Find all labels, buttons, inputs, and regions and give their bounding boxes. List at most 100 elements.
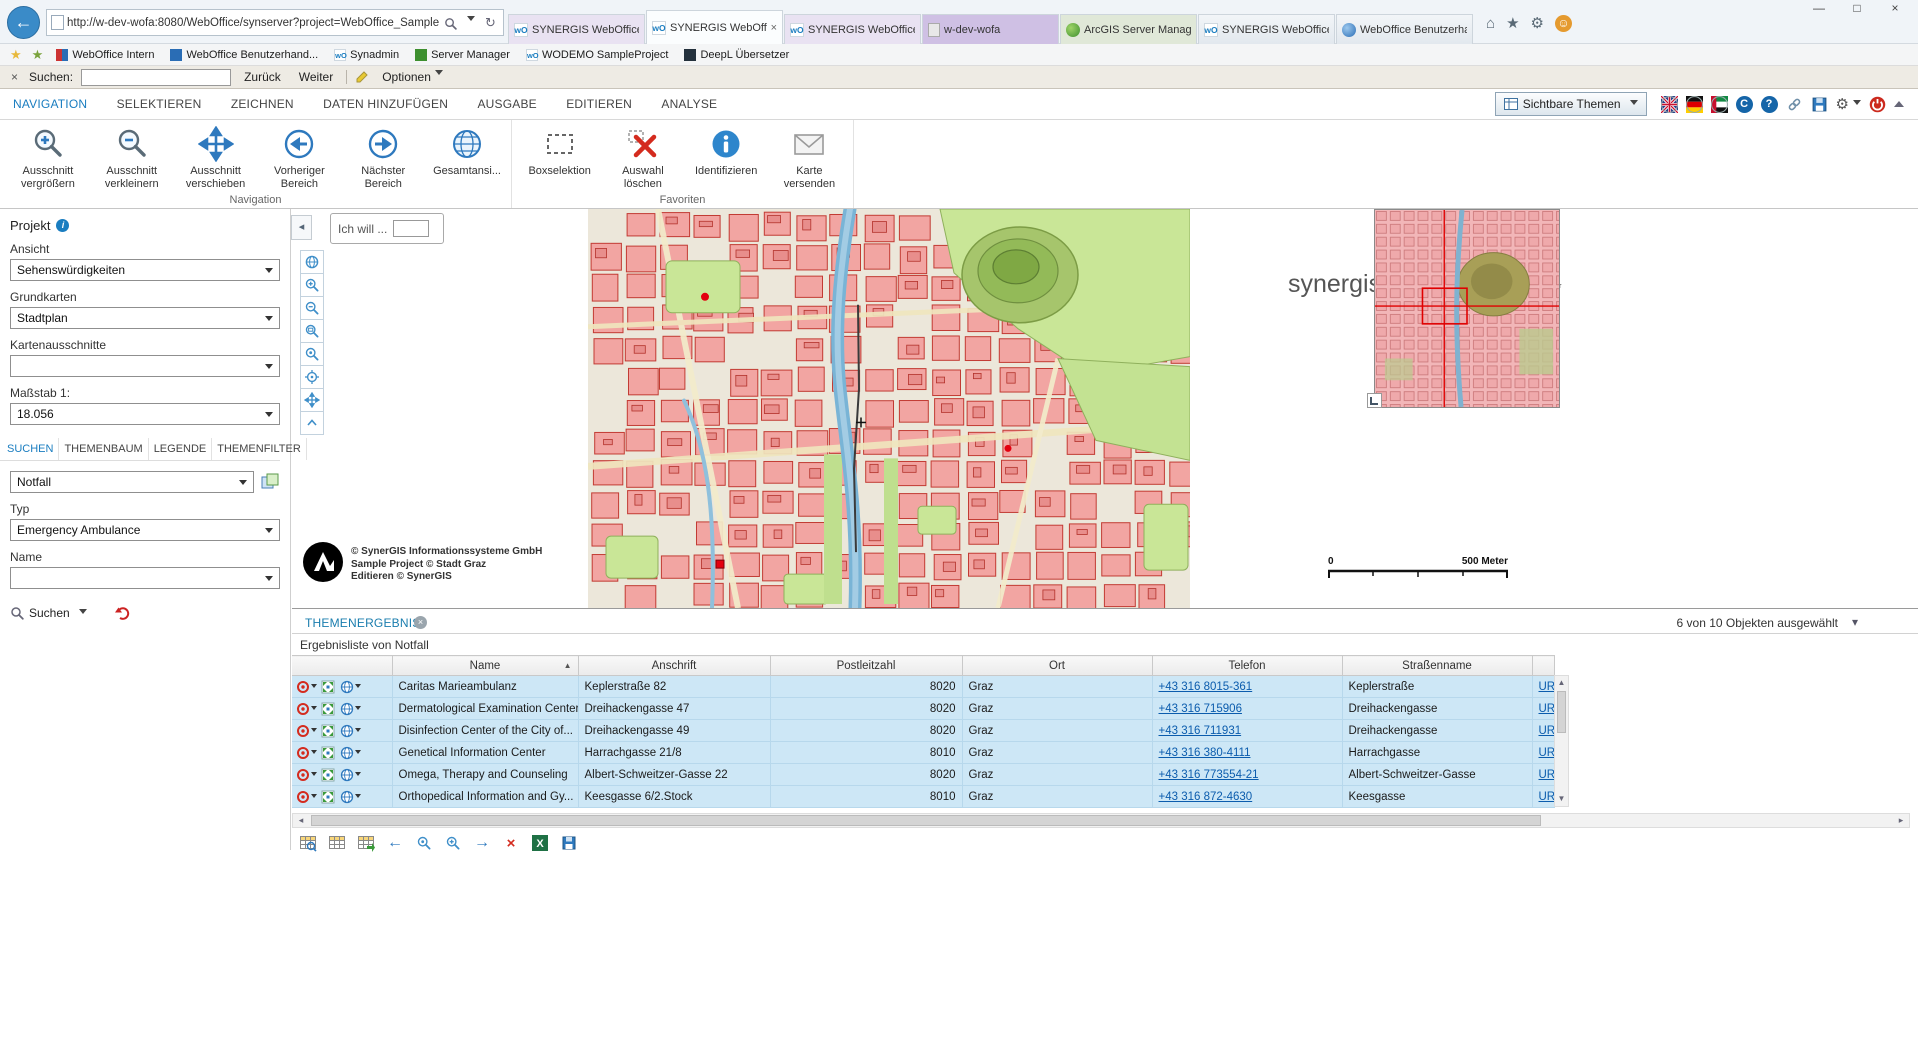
result-row[interactable]: Genetical Information Center Harrachgass…: [292, 742, 1554, 764]
favorite-link[interactable]: DeepL Übersetzer: [677, 44, 796, 65]
tab-zeichnen[interactable]: ZEICHNEN: [218, 89, 307, 119]
identify-target-icon[interactable]: [296, 724, 310, 738]
favorite-link[interactable]: WebOffice Intern: [49, 44, 161, 65]
browser-tab[interactable]: wOSYNERGIS WebOffice Ad...: [508, 14, 645, 44]
language-english-flag-icon[interactable]: [1661, 96, 1678, 113]
ich-will-input[interactable]: [393, 220, 429, 237]
target-caret-icon[interactable]: [311, 728, 317, 735]
phone-link[interactable]: +43 316 380-4111: [1159, 747, 1251, 759]
tab-legende[interactable]: LEGENDE: [149, 438, 213, 460]
identify-target-icon[interactable]: [296, 680, 310, 694]
zoom-to-results-icon[interactable]: [298, 833, 318, 853]
pan-tool[interactable]: [300, 388, 324, 412]
sidebar-collapse-button[interactable]: ◂: [291, 215, 312, 240]
close-results-icon[interactable]: ×: [414, 616, 427, 629]
language-german-flag-icon[interactable]: [1686, 96, 1703, 113]
globe-icon[interactable]: [340, 724, 354, 738]
autocomplete-caret-icon[interactable]: [462, 15, 479, 30]
globe-caret-icon[interactable]: [355, 794, 361, 801]
favorite-link[interactable]: Server Manager: [408, 44, 517, 65]
visible-themes-button[interactable]: Sichtbare Themen: [1495, 92, 1647, 116]
favorite-link[interactable]: wOWODEMO SampleProject: [519, 44, 676, 65]
find-next-button[interactable]: Weiter: [294, 70, 338, 84]
zoom-out-button[interactable]: Ausschnittverkleinern: [90, 125, 174, 191]
target-caret-icon[interactable]: [311, 794, 317, 801]
url-link[interactable]: UR: [1539, 791, 1555, 803]
zoom-to-object-icon[interactable]: [321, 746, 335, 760]
zoom-to-object-icon[interactable]: [321, 768, 335, 782]
save-project-icon[interactable]: [1811, 96, 1828, 113]
column-header-postleitzahl[interactable]: Postleitzahl: [770, 656, 962, 676]
url-link[interactable]: UR: [1539, 769, 1555, 781]
scrollbar-thumb[interactable]: [1557, 691, 1566, 733]
name-dropdown[interactable]: [10, 567, 280, 589]
scroll-right-icon[interactable]: ▸: [1893, 815, 1909, 826]
home-icon[interactable]: ⌂: [1486, 15, 1495, 32]
full-extent-button[interactable]: Gesamtansi...: [425, 125, 509, 191]
refresh-icon[interactable]: ↻: [482, 15, 499, 31]
globe-icon[interactable]: [340, 746, 354, 760]
grundkarten-dropdown[interactable]: Stadtplan: [10, 307, 280, 329]
zoom-plus-result-icon[interactable]: [443, 833, 463, 853]
phone-link[interactable]: +43 316 715906: [1159, 703, 1242, 715]
browser-tab[interactable]: WebOffice Benutzerhan...: [1336, 14, 1473, 44]
identify-target-icon[interactable]: [296, 746, 310, 760]
scroll-left-icon[interactable]: ◂: [293, 815, 309, 826]
browser-back-button[interactable]: ←: [7, 6, 40, 39]
identify-target-icon[interactable]: [296, 790, 310, 804]
theme-dropdown[interactable]: Notfall: [10, 471, 254, 493]
column-header-anschrift[interactable]: Anschrift: [578, 656, 770, 676]
search-options-caret-icon[interactable]: [79, 609, 87, 618]
tab-navigation[interactable]: NAVIGATION: [0, 89, 100, 119]
zoom-result-icon[interactable]: [414, 833, 434, 853]
close-button[interactable]: ×: [1876, 0, 1914, 18]
globe-caret-icon[interactable]: [355, 750, 361, 757]
zoom-out-tool[interactable]: [300, 296, 324, 320]
globe-caret-icon[interactable]: [355, 706, 361, 713]
identify-button[interactable]: Identifizieren: [685, 125, 768, 191]
zoom-to-object-icon[interactable]: [321, 680, 335, 694]
feedback-smiley-icon[interactable]: ☺: [1555, 15, 1572, 32]
collapse-tools-icon[interactable]: [300, 411, 324, 435]
info-icon[interactable]: i: [56, 219, 69, 232]
favorites-bar-icon[interactable]: ★: [28, 47, 48, 63]
sort-asc-icon[interactable]: ▲: [564, 661, 572, 670]
zoom-box-tool[interactable]: [300, 319, 324, 343]
results-tab[interactable]: THEMENERGEBNIS: [305, 616, 420, 630]
phone-link[interactable]: +43 316 773554-21: [1159, 769, 1259, 781]
browser-tab[interactable]: wOSYNERGIS WebOffice Ad...: [784, 14, 921, 44]
previous-extent-button[interactable]: VorherigerBereich: [257, 125, 341, 191]
zoom-in-button[interactable]: Ausschnittvergrößern: [6, 125, 90, 191]
maximize-button[interactable]: □: [1838, 0, 1876, 18]
ich-will-box[interactable]: Ich will ...: [330, 213, 444, 244]
zoom-to-object-icon[interactable]: [321, 724, 335, 738]
globe-icon[interactable]: [340, 702, 354, 716]
search-icon[interactable]: [442, 15, 459, 30]
highlight-pen-icon[interactable]: [355, 70, 369, 85]
tools-gear-icon[interactable]: ⚙: [1531, 14, 1544, 32]
address-bar[interactable]: ↻: [46, 9, 504, 36]
url-link[interactable]: UR: [1539, 681, 1555, 693]
phone-link[interactable]: +43 316 8015-361: [1159, 681, 1253, 693]
undo-icon[interactable]: [114, 605, 130, 621]
find-close-icon[interactable]: ×: [8, 70, 21, 84]
tab-themenfilter[interactable]: THEMENFILTER: [212, 438, 307, 460]
excel-export-icon[interactable]: X: [530, 833, 550, 853]
favorite-link[interactable]: WebOffice Benutzerhand...: [163, 44, 325, 65]
center-map-tool[interactable]: [300, 365, 324, 389]
box-selection-button[interactable]: Boxselektion: [518, 125, 601, 191]
typ-dropdown[interactable]: Emergency Ambulance: [10, 519, 280, 541]
pan-button[interactable]: Ausschnittverschieben: [174, 125, 258, 191]
target-caret-icon[interactable]: [311, 750, 317, 757]
tab-editieren[interactable]: EDITIEREN: [553, 89, 645, 119]
collapse-ribbon-icon[interactable]: [1894, 96, 1904, 107]
identify-target-icon[interactable]: [296, 768, 310, 782]
browser-tab[interactable]: wOSYNERGIS WebOffice W...: [1198, 14, 1335, 44]
result-row[interactable]: Caritas Marieambulanz Keplerstraße 82 80…: [292, 676, 1554, 698]
globe-caret-icon[interactable]: [355, 684, 361, 691]
main-map[interactable]: [588, 209, 1190, 608]
column-header-telefon[interactable]: Telefon: [1152, 656, 1342, 676]
result-row[interactable]: Orthopedical Information and Gy... Keesg…: [292, 786, 1554, 808]
favorites-star-icon[interactable]: ★: [1506, 14, 1519, 32]
logout-power-icon[interactable]: [1869, 96, 1886, 113]
